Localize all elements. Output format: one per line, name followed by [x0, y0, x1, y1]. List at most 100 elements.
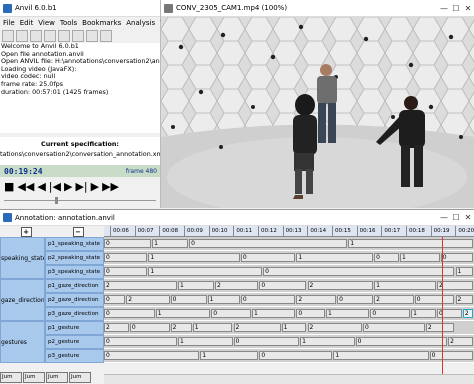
track-group-label[interactable]: gestures [0, 321, 45, 363]
annotation-element[interactable]: 0 [104, 295, 126, 304]
annotation-element[interactable]: 2 [104, 281, 177, 290]
annotation-element[interactable]: 0 [104, 351, 200, 360]
annotation-element[interactable]: 2 [104, 323, 129, 332]
annotation-element[interactable]: 0 [104, 239, 152, 248]
track-label[interactable]: p1_gesture [45, 321, 104, 335]
track-group-label[interactable]: gaze_directions [0, 279, 45, 321]
annotation-element[interactable]: 1 [348, 239, 473, 248]
slider-knob[interactable] [54, 197, 58, 204]
annotation-element[interactable]: 1 [455, 267, 473, 276]
annotation-element[interactable]: 0 [104, 253, 148, 262]
annotation-element[interactable]: 0 [233, 337, 300, 346]
annotation-element[interactable]: 2 [296, 295, 337, 304]
annotation-element[interactable]: 0 [104, 337, 177, 346]
track-lane[interactable]: 202121202 [104, 321, 474, 335]
annotation-element[interactable]: 2 [233, 323, 281, 332]
track-label[interactable]: p3_gesture [45, 349, 104, 363]
annotation-element[interactable]: 0 [240, 253, 296, 262]
track-group-label[interactable]: speaking_states [0, 237, 45, 279]
track-lane[interactable]: 0201020202 [104, 293, 474, 307]
annotation-element[interactable]: 1 [178, 337, 233, 346]
export-icon[interactable] [44, 30, 56, 42]
track-label[interactable]: p2_gesture [45, 335, 104, 349]
annotation-element[interactable]: 1 [155, 309, 211, 318]
annotation-element[interactable]: 2 [215, 281, 259, 290]
menu-edit[interactable]: Edit [20, 19, 34, 27]
video-icon[interactable] [72, 30, 84, 42]
annotation-element[interactable]: 2 [126, 295, 170, 304]
track-label[interactable]: p2_speaking_state [45, 251, 104, 265]
jump-tab[interactable]: Jum [69, 372, 91, 383]
menu-tools[interactable]: Tools [60, 19, 77, 27]
annotation-element[interactable]: 0 [337, 295, 374, 304]
menu-file[interactable]: File [3, 19, 15, 27]
annotation-element[interactable]: 0 [129, 323, 170, 332]
menu-view[interactable]: View [38, 19, 55, 27]
track-lane[interactable]: 0101 [104, 237, 474, 251]
annotation-element[interactable]: 0 [189, 239, 348, 248]
annotation-element[interactable]: 1 [178, 281, 214, 290]
playback-cursor[interactable] [442, 237, 443, 374]
menu-bookmarks[interactable]: Bookmarks [82, 19, 121, 27]
annotation-element[interactable]: 0 [363, 323, 425, 332]
annotation-element[interactable]: 1 [411, 309, 436, 318]
frame-back-icon[interactable]: |◀ [49, 181, 61, 192]
expand-button[interactable]: + [20, 226, 32, 237]
play-icon[interactable]: ▶ [64, 181, 72, 192]
step-back-icon[interactable]: ◀ [37, 181, 45, 192]
annotation-element[interactable]: 1 [192, 323, 233, 332]
track-lane[interactable]: 0101010102 [104, 307, 474, 321]
annotation-element[interactable]: 1 [148, 253, 240, 262]
track-label[interactable]: p2_gaze_direction [45, 293, 104, 307]
forward-fast-icon[interactable]: ▶▶ [102, 181, 119, 192]
grid-icon[interactable] [100, 30, 112, 42]
annotation-element[interactable]: 1 [152, 239, 189, 248]
annotation-element[interactable]: 0 [429, 351, 473, 360]
annotation-element[interactable]: 1 [296, 253, 374, 262]
annotation-element[interactable]: 2 [448, 337, 473, 346]
annotation-element[interactable]: 1 [374, 281, 436, 290]
annotation-element[interactable]: 0 [437, 309, 462, 318]
annotation-element[interactable]: 0 [104, 267, 148, 276]
track-lane[interactable]: 010102 [104, 335, 474, 349]
annotation-element[interactable]: 1 [281, 323, 307, 332]
annotation-element[interactable]: 1 [207, 295, 240, 304]
annotation-element[interactable]: 2 [307, 323, 362, 332]
annotation-element[interactable]: 1 [300, 337, 355, 346]
track-label[interactable]: p3_speaking_state [45, 265, 104, 279]
jump-tab[interactable]: Jum [23, 372, 45, 383]
frame-forward-icon[interactable]: ▶| [75, 181, 87, 192]
stop-icon[interactable]: ■ [4, 181, 14, 192]
annotation-element[interactable]: 0 [170, 295, 207, 304]
minimize-icon[interactable]: — [438, 213, 450, 222]
annotation-element[interactable]: 1 [252, 309, 296, 318]
annotation-element[interactable]: 0 [263, 267, 455, 276]
annotation-element[interactable]: 0 [355, 337, 448, 346]
annotation-element[interactable]: 0 [104, 309, 155, 318]
step-forward-icon[interactable]: ▶ [91, 181, 99, 192]
time-ruler[interactable]: 00:06 00:07 00:08 00:09 00:10 00:11 00:12 00:13… [104, 226, 474, 237]
close-icon[interactable]: ✕ [462, 213, 474, 222]
jump-tab[interactable]: Jum [46, 372, 68, 383]
annotation-element[interactable]: 0 [240, 295, 296, 304]
rewind-fast-icon[interactable]: ◀◀ [17, 181, 34, 192]
annotation-element[interactable]: 0 [259, 281, 307, 290]
annotation-element[interactable]: 0 [374, 253, 399, 262]
search-icon[interactable] [58, 30, 70, 42]
annotation-element[interactable]: 1 [200, 351, 259, 360]
close-icon[interactable]: ✕ [462, 4, 474, 13]
track-label[interactable]: p1_speaking_state [45, 237, 104, 251]
maximize-icon[interactable]: ☐ [450, 4, 462, 13]
annotation-element[interactable]: 2 [462, 309, 473, 318]
annotation-element[interactable]: 1 [148, 267, 263, 276]
import-icon[interactable] [30, 30, 42, 42]
track-lane[interactable]: 0101 [104, 265, 474, 279]
annotation-element[interactable]: 1 [400, 253, 440, 262]
annotation-element[interactable]: 2 [425, 323, 455, 332]
annotation-element[interactable]: 0 [211, 309, 251, 318]
annotation-element[interactable]: 0 [440, 253, 473, 262]
menu-analysis[interactable]: Analysis [126, 19, 155, 27]
annotation-element[interactable]: 2 [374, 295, 414, 304]
save-icon[interactable] [16, 30, 28, 42]
playback-slider[interactable] [4, 197, 156, 204]
